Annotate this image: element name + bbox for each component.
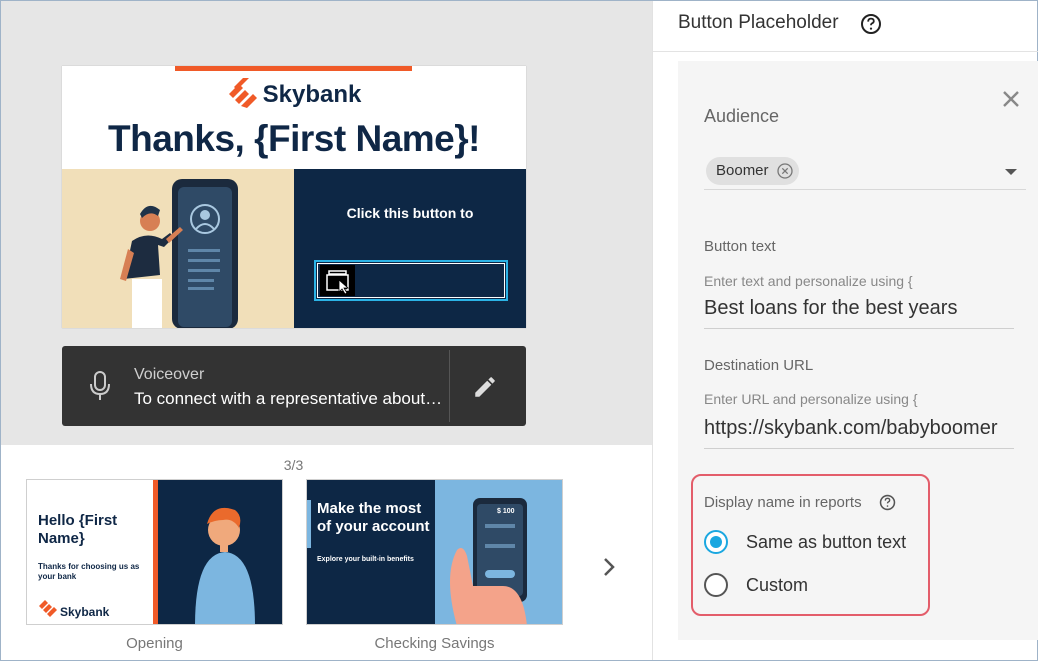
microphone-icon bbox=[90, 371, 110, 400]
voiceover-label: Voiceover bbox=[134, 366, 205, 383]
slide-headline: Thanks, {First Name}! bbox=[108, 118, 480, 159]
button-cursor-icon bbox=[320, 265, 355, 296]
audience-chip-label: Boomer bbox=[716, 162, 769, 179]
help-icon[interactable] bbox=[879, 494, 896, 511]
voiceover-divider bbox=[449, 350, 450, 422]
voiceover-text: To connect with a representative about… bbox=[134, 389, 443, 408]
chevron-right-icon[interactable] bbox=[597, 554, 621, 580]
slide-stage: Skybank Thanks, {First Name}! Click this… bbox=[1, 1, 652, 445]
panel-header-divider bbox=[653, 51, 1038, 52]
button-placeholder[interactable] bbox=[314, 260, 508, 301]
checking-thumb-title: Make the most of your account bbox=[317, 500, 430, 535]
opening-thumb-subtitle: Thanks for choosing us as your bank bbox=[38, 562, 140, 581]
slide-cta-panel: Click this button to bbox=[294, 169, 526, 328]
button-text-label: Button text bbox=[704, 238, 776, 255]
properties-panel: Button Placeholder Audience Boomer Butto… bbox=[652, 1, 1038, 660]
button-text-input[interactable] bbox=[704, 297, 1014, 320]
opening-thumb-brand: Skybank bbox=[60, 605, 110, 619]
button-text-underline bbox=[704, 328, 1014, 329]
editor-area: Skybank Thanks, {First Name}! Click this… bbox=[1, 1, 652, 660]
display-name-label: Display name in reports bbox=[704, 494, 862, 511]
button-text-hint: Enter text and personalize using { bbox=[704, 273, 913, 289]
thumbnail-checking-savings-label: Checking Savings bbox=[374, 635, 495, 652]
opening-thumbnail-art bbox=[27, 480, 282, 624]
destination-url-hint: Enter URL and personalize using { bbox=[704, 391, 918, 407]
pencil-icon[interactable] bbox=[472, 374, 498, 400]
thumbnail-opening[interactable]: Hello {First Name} Thanks for choosing u… bbox=[26, 479, 283, 625]
destination-url-input[interactable] bbox=[704, 417, 1014, 440]
panel-title: Button Placeholder bbox=[678, 12, 839, 33]
opening-thumb-title: Hello {First Name} bbox=[38, 512, 118, 547]
close-icon[interactable] bbox=[1000, 88, 1022, 110]
slide-preview[interactable]: Skybank Thanks, {First Name}! Click this… bbox=[62, 66, 526, 328]
checking-thumb-amount: $ 100 bbox=[497, 508, 515, 515]
chip-remove-icon[interactable] bbox=[776, 163, 793, 179]
audience-variant-card: Audience Boomer Button text Enter text a… bbox=[678, 61, 1038, 640]
skybank-logo-icon bbox=[228, 78, 257, 108]
thumbnail-checking-savings[interactable]: $ 100 Make the most of your account Expl… bbox=[306, 479, 563, 625]
slide-illustration bbox=[62, 169, 294, 328]
radio-same-label: Same as button text bbox=[746, 532, 907, 552]
radio-custom-label: Custom bbox=[746, 575, 809, 595]
dropdown-arrow-icon[interactable] bbox=[1004, 167, 1018, 177]
voiceover-bar: Voiceover To connect with a representati… bbox=[62, 346, 526, 426]
slide-accent-bar bbox=[175, 66, 412, 71]
person-phone-illustration bbox=[120, 179, 238, 328]
slide-brand-name: Skybank bbox=[262, 81, 362, 108]
audience-underline bbox=[704, 189, 1026, 190]
slide-counter: 3/3 bbox=[283, 457, 304, 473]
slide-brand: Skybank bbox=[62, 78, 526, 109]
destination-url-label: Destination URL bbox=[704, 357, 814, 374]
audience-chip[interactable]: Boomer bbox=[706, 157, 799, 185]
radio-selected[interactable] bbox=[704, 530, 728, 554]
audience-label: Audience bbox=[704, 106, 780, 126]
help-icon[interactable] bbox=[860, 13, 882, 35]
checking-thumb-subtitle: Explore your built-in benefits bbox=[317, 556, 414, 563]
radio-unselected[interactable] bbox=[704, 573, 728, 597]
destination-url-underline bbox=[704, 448, 1014, 449]
slide-cta-text: Click this button to bbox=[346, 205, 474, 221]
thumbnail-opening-label: Opening bbox=[126, 635, 183, 652]
